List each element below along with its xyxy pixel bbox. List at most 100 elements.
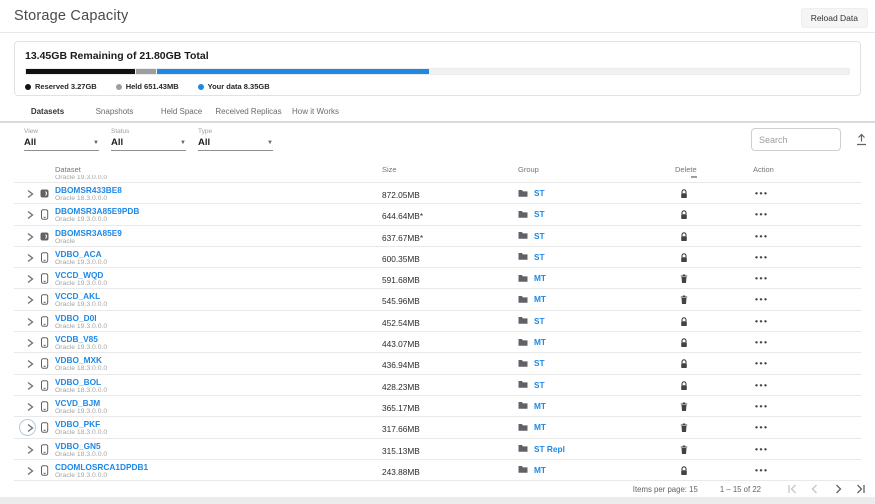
row-actions-button[interactable]: ••• xyxy=(755,401,768,411)
legend-dot-icon xyxy=(198,84,204,90)
expand-chevron-icon[interactable] xyxy=(25,381,35,391)
row-actions-button[interactable]: ••• xyxy=(755,252,768,262)
expand-chevron-icon[interactable] xyxy=(25,210,35,220)
legend-dot-icon xyxy=(25,84,31,90)
lock-icon[interactable] xyxy=(677,338,691,348)
group-link[interactable]: MT xyxy=(534,273,546,283)
tab-held-space[interactable]: Held Space xyxy=(148,103,215,121)
trash-icon[interactable] xyxy=(677,295,691,305)
expand-chevron-icon[interactable] xyxy=(25,189,35,199)
dataset-subtitle: Oracle 18.3.0.0.0 xyxy=(55,451,107,459)
lock-icon[interactable] xyxy=(677,359,691,369)
column-header-dataset[interactable]: Dataset xyxy=(55,165,81,174)
expand-chevron-icon[interactable] xyxy=(25,466,35,476)
expand-chevron-icon[interactable] xyxy=(25,359,35,369)
trash-icon[interactable] xyxy=(677,423,691,433)
lock-icon[interactable] xyxy=(677,189,691,199)
dataset-name-link[interactable]: VCVD_BJM xyxy=(55,399,107,408)
trash-icon[interactable] xyxy=(677,274,691,284)
dataset-name-link[interactable]: DBOMSR3A85E9 xyxy=(55,229,122,238)
dataset-subtitle: Oracle 18.3.0.0.0 xyxy=(55,365,107,373)
column-header-size[interactable]: Size xyxy=(382,165,397,174)
dataset-name-link[interactable]: CDOMLOSRCA1DPDB1 xyxy=(55,463,148,472)
last-page-icon[interactable] xyxy=(856,484,866,494)
group-link[interactable]: ST xyxy=(534,252,545,262)
expand-chevron-icon[interactable] xyxy=(25,232,35,242)
dataset-name-link[interactable]: VDBO_D0I xyxy=(55,314,107,323)
expand-chevron-icon[interactable] xyxy=(25,445,35,455)
expand-chevron-icon[interactable] xyxy=(25,295,35,305)
dataset-cell: VDBO_ACAOracle 19.3.0.0.0 xyxy=(55,250,107,267)
dataset-name-link[interactable]: VDBO_BOL xyxy=(55,378,107,387)
group-link[interactable]: MT xyxy=(534,337,546,347)
expand-chevron-icon[interactable] xyxy=(25,317,35,327)
expand-chevron-icon[interactable] xyxy=(25,338,35,348)
trash-icon[interactable] xyxy=(677,445,691,455)
tab-snapshots[interactable]: Snapshots xyxy=(81,103,148,121)
expand-chevron-icon[interactable] xyxy=(25,402,35,412)
expand-chevron-icon[interactable] xyxy=(25,253,35,263)
search-input[interactable] xyxy=(751,128,841,151)
folder-icon xyxy=(518,316,528,325)
expand-chevron-icon[interactable] xyxy=(25,423,35,433)
row-actions-button[interactable]: ••• xyxy=(755,231,768,241)
row-actions-button[interactable]: ••• xyxy=(755,316,768,326)
group-link[interactable]: MT xyxy=(534,465,546,475)
dataset-name-link[interactable]: DBOMSR3A85E9PDB xyxy=(55,207,139,216)
dataset-name-link[interactable]: VCCD_AKL xyxy=(55,292,107,301)
dataset-name-link[interactable]: VDBO_ACA xyxy=(55,250,107,259)
row-actions-button[interactable]: ••• xyxy=(755,422,768,432)
group-link[interactable]: ST xyxy=(534,380,545,390)
filter-view-select[interactable]: All▼ xyxy=(24,137,99,151)
lock-icon[interactable] xyxy=(677,381,691,391)
filter-type-select[interactable]: All▼ xyxy=(198,137,273,151)
trash-icon[interactable] xyxy=(677,402,691,412)
tab-received-replicas[interactable]: Received Replicas xyxy=(215,103,282,121)
row-actions-button[interactable]: ••• xyxy=(755,188,768,198)
row-actions-button[interactable]: ••• xyxy=(755,465,768,475)
row-actions-button[interactable]: ••• xyxy=(755,294,768,304)
row-actions-button[interactable]: ••• xyxy=(755,380,768,390)
dataset-name-link[interactable]: VDBO_GN5 xyxy=(55,442,107,451)
reload-data-button[interactable]: Reload Data xyxy=(801,8,868,28)
next-page-icon[interactable] xyxy=(833,484,843,494)
group-link[interactable]: ST xyxy=(534,209,545,219)
group-link[interactable]: ST xyxy=(534,231,545,241)
lock-icon[interactable] xyxy=(677,210,691,220)
group-link[interactable]: ST xyxy=(534,188,545,198)
column-header-group[interactable]: Group xyxy=(518,165,539,174)
dataset-name-link[interactable]: VDBO_MXK xyxy=(55,356,107,365)
lock-icon[interactable] xyxy=(677,232,691,242)
expand-chevron-icon[interactable] xyxy=(25,274,35,284)
dataset-subtitle: Oracle 19.3.0.0.0 xyxy=(55,344,107,352)
group-link[interactable]: MT xyxy=(534,294,546,304)
group-link[interactable]: ST xyxy=(534,358,545,368)
row-actions-button[interactable]: ••• xyxy=(755,337,768,347)
tab-datasets[interactable]: Datasets xyxy=(14,103,81,121)
row-actions-button[interactable]: ••• xyxy=(755,444,768,454)
group-link[interactable]: MT xyxy=(534,422,546,432)
row-actions-button[interactable]: ••• xyxy=(755,209,768,219)
dataset-cell: VCVD_BJMOracle 19.3.0.0.0 xyxy=(55,399,107,416)
lock-icon[interactable] xyxy=(677,253,691,263)
row-actions-button[interactable]: ••• xyxy=(755,358,768,368)
dataset-name-link[interactable]: VCCD_WQD xyxy=(55,271,107,280)
first-page-icon[interactable] xyxy=(787,484,797,494)
dataset-name-link[interactable]: DBOMSR433BE8 xyxy=(55,186,122,195)
row-actions-button[interactable]: ••• xyxy=(755,273,768,283)
tab-how-it-works[interactable]: How it Works xyxy=(282,103,349,121)
items-per-page-select[interactable]: Items per page: 15 xyxy=(633,485,698,494)
lock-icon[interactable] xyxy=(677,466,691,476)
export-icon[interactable] xyxy=(855,133,868,146)
group-link[interactable]: MT xyxy=(534,401,546,411)
dataset-name-link[interactable]: VCDB_V85 xyxy=(55,335,107,344)
table-row: VCCD_WQDOracle 19.3.0.0.0591.68MBMT••• xyxy=(14,268,861,289)
lock-icon[interactable] xyxy=(677,317,691,327)
dataset-size: 644.64MB* xyxy=(382,211,423,221)
group-link[interactable]: ST xyxy=(534,316,545,326)
table-row: VCCD_AKLOracle 19.3.0.0.0545.96MBMT••• xyxy=(14,289,861,310)
filter-status-select[interactable]: All▼ xyxy=(111,137,186,151)
previous-page-icon[interactable] xyxy=(810,484,820,494)
group-link[interactable]: ST Repl xyxy=(534,444,565,454)
dataset-name-link[interactable]: VDBO_PKF xyxy=(55,420,107,429)
